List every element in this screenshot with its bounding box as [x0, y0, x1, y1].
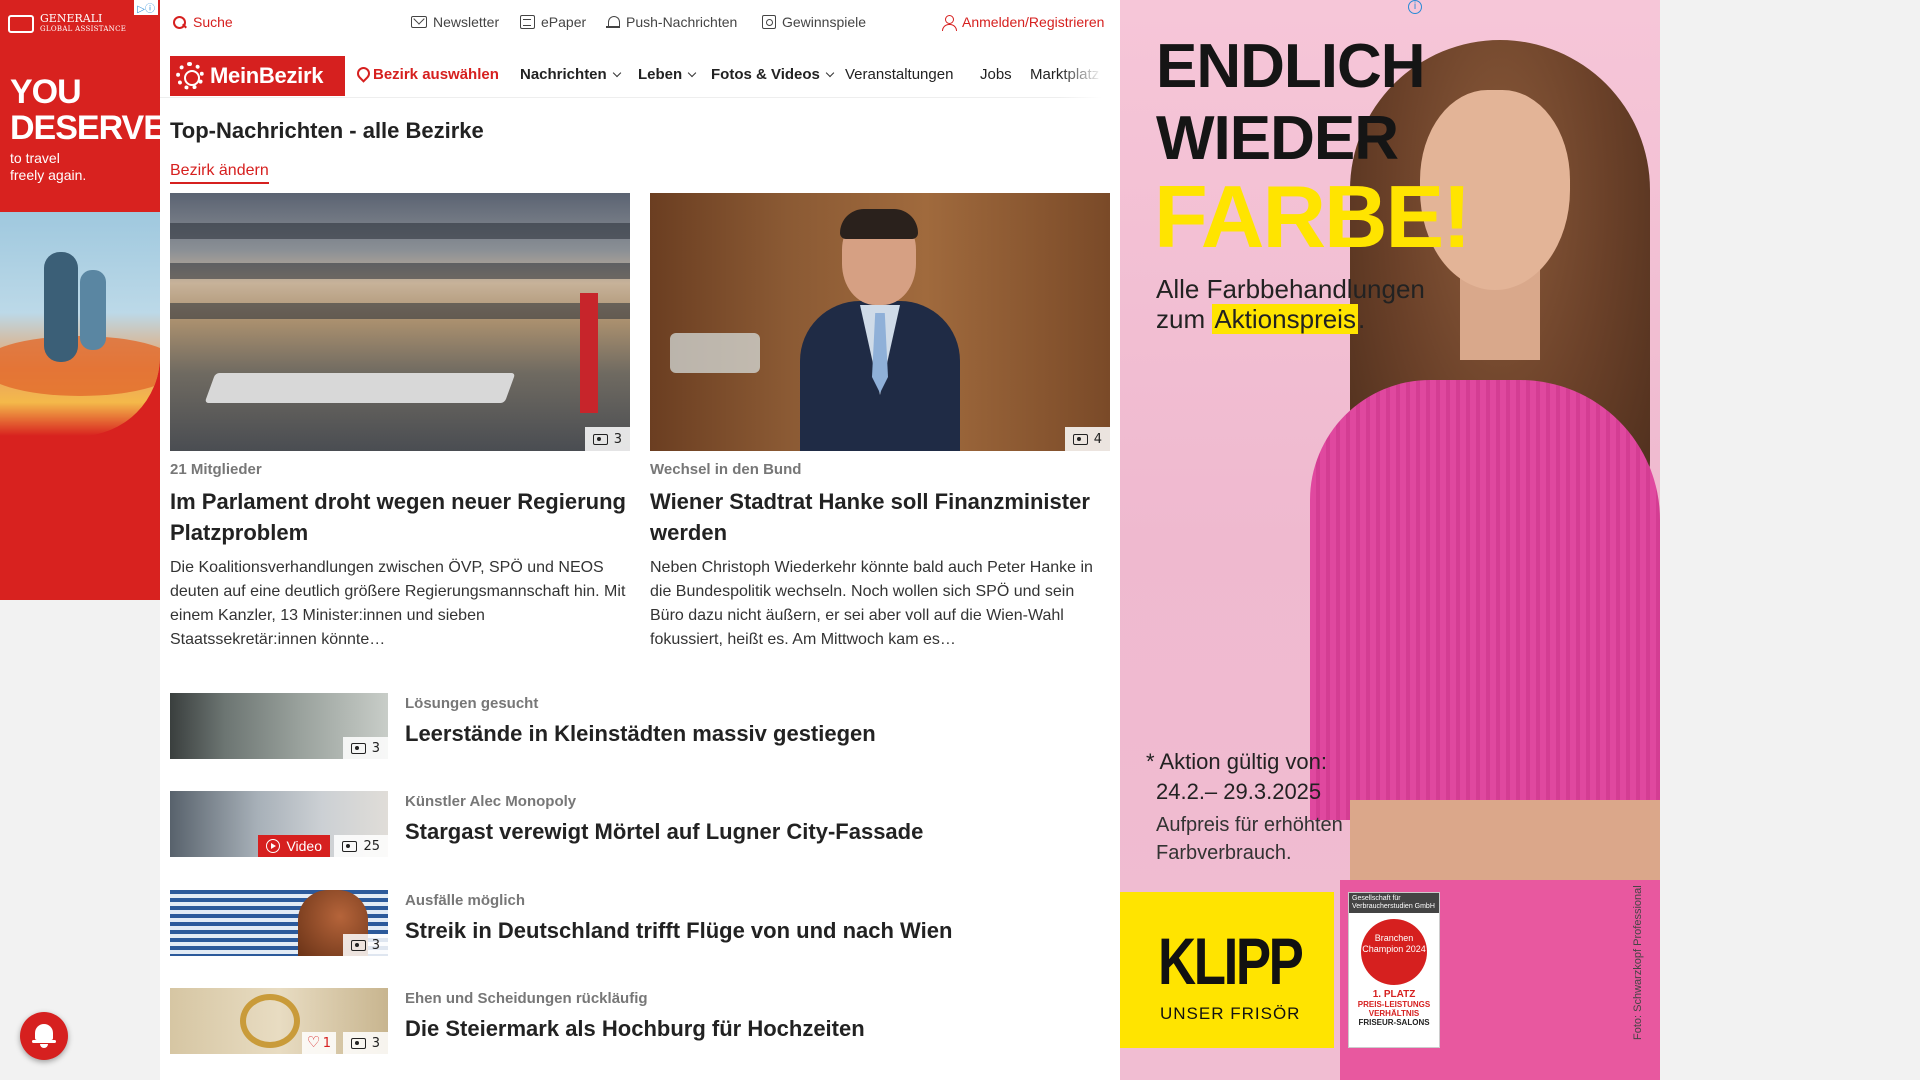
klipp-logo: KLIPP UNSER FRISÖR: [1120, 892, 1334, 1048]
article-thumbnail[interactable]: 1 3: [170, 988, 388, 1054]
ad-surfing-photo: [0, 212, 160, 436]
article-headline[interactable]: Stargast verewigt Mörtel auf Lugner City…: [405, 819, 923, 845]
article-kicker: Wechsel in den Bund: [650, 461, 802, 478]
logo-mark-icon: [176, 62, 204, 90]
play-icon: [266, 839, 281, 853]
camera-icon: [1072, 433, 1088, 445]
video-badge: Video: [258, 835, 330, 857]
article-teaser: Die Koalitionsverhandlungen zwischen ÖVP…: [170, 559, 626, 648]
article-kicker: Ausfälle möglich: [405, 892, 526, 909]
pin-icon: [356, 67, 369, 83]
nav-leben[interactable]: Leben: [638, 66, 697, 83]
user-icon: [941, 14, 957, 31]
page-title: Top-Nachrichten - alle Bezirke: [170, 118, 484, 143]
lion-icon: [8, 15, 34, 33]
article-kicker: Künstler Alec Monopoly: [405, 793, 577, 810]
ad-note-3: Aufpreis für erhöhten: [1156, 814, 1343, 836]
article-headline[interactable]: Die Steiermark als Hochburg für Hochzeit…: [405, 1016, 865, 1042]
photo-count-badge: 3: [584, 427, 630, 451]
article-image[interactable]: 3: [170, 193, 630, 451]
epaper-link[interactable]: ePaper: [520, 14, 586, 30]
bell-icon: [606, 15, 620, 29]
ad-brand-sub: GLOBAL ASSISTANCE: [40, 25, 127, 33]
gift-icon: [762, 15, 776, 29]
photo-count-badge: 3: [342, 1032, 388, 1054]
district-selector[interactable]: Bezirk auswählen: [356, 66, 499, 83]
list-item[interactable]: 1 3 Ehen und Scheidungen rückläufig Die …: [170, 988, 1100, 1056]
chevron-down-icon: [825, 68, 835, 77]
newsletter-link[interactable]: Newsletter: [411, 14, 499, 30]
camera-icon: [350, 939, 366, 951]
list-item[interactable]: Video 25 Künstler Alec Monopoly Stargast…: [170, 791, 1100, 859]
article-teaser: Neben Christoph Wiederkehr könnte bald a…: [650, 559, 1093, 648]
featured-article[interactable]: 3 21 Mitglieder Im Parlament droht wegen…: [170, 193, 630, 652]
article-headline[interactable]: Leerstände in Kleinstädten massiv gestie…: [405, 721, 876, 747]
adchoices-icon[interactable]: ▷ⓘ: [134, 0, 158, 15]
article-kicker: Lösungen gesucht: [405, 695, 539, 712]
ad-info-icon[interactable]: i: [1408, 0, 1422, 14]
nav-veranstaltungen[interactable]: Veranstaltungen: [845, 66, 953, 83]
epaper-icon: [520, 15, 535, 29]
top-utility-bar: Suche Newsletter ePaper Push-Nachrichten…: [160, 0, 1120, 46]
main-navigation: MeinBezirk Bezirk auswählen Nachrichten …: [160, 52, 1120, 98]
ad-headline-line2: WIEDER: [1156, 104, 1399, 173]
photo-count-badge: 3: [342, 934, 388, 956]
ad-note-2: 24.2.– 29.3.2025: [1156, 779, 1322, 804]
camera-icon: [592, 433, 608, 445]
nav-overflow-fade: [1060, 52, 1120, 98]
nav-fotos-videos[interactable]: Fotos & Videos: [711, 66, 835, 83]
ad-headline-line3: FARBE!: [1154, 167, 1472, 266]
article-image[interactable]: 4: [650, 193, 1110, 451]
article-headline[interactable]: Streik in Deutschland trifft Flüge von u…: [405, 918, 952, 944]
ad-note-4: Farbverbrauch.: [1156, 842, 1292, 864]
article-thumbnail[interactable]: Video 25: [170, 791, 388, 857]
search-link[interactable]: Suche: [172, 14, 233, 30]
photo-count-badge: 3: [342, 737, 388, 759]
camera-icon: [350, 742, 366, 754]
generali-logo: GENERALI GLOBAL ASSISTANCE: [8, 13, 127, 34]
ad-subline-2: zum Aktionspreis.: [1156, 304, 1366, 334]
ad-headline: YOU DESERVE: [10, 73, 160, 147]
photo-credit: Foto: Schwarzkopf Professional: [1632, 885, 1644, 1040]
list-item[interactable]: 3 Lösungen gesucht Leerstände in Kleinst…: [170, 693, 1100, 761]
main-content: Suche Newsletter ePaper Push-Nachrichten…: [160, 0, 1120, 1080]
photo-count-badge: 4: [1064, 427, 1110, 451]
article-headline[interactable]: Wiener Stadtrat Hanke soll Finanzministe…: [650, 486, 1110, 548]
article-kicker: Ehen und Scheidungen rückläufig: [405, 990, 648, 1007]
meinbezirk-logo[interactable]: MeinBezirk: [170, 56, 345, 96]
like-count-badge: 1: [301, 1032, 336, 1054]
nav-nachrichten[interactable]: Nachrichten: [520, 66, 621, 83]
ad-headline-line1: ENDLICH: [1156, 32, 1426, 101]
article-kicker: 21 Mitglieder: [170, 461, 262, 478]
mail-icon: [411, 16, 427, 28]
gewinnspiele-link[interactable]: Gewinnspiele: [762, 14, 866, 30]
camera-icon: [342, 840, 358, 852]
nav-jobs[interactable]: Jobs: [980, 66, 1012, 83]
search-icon: [172, 15, 187, 30]
article-headline[interactable]: Im Parlament droht wegen neuer Regierung…: [170, 486, 630, 548]
list-item[interactable]: 3 Ausfälle möglich Streik in Deutschland…: [170, 890, 1100, 958]
ad-subline-1: Alle Farbbehandlungen: [1156, 274, 1425, 304]
award-seal: Gesellschaft für Verbraucherstudien GmbH…: [1348, 892, 1440, 1048]
article-thumbnail[interactable]: 3: [170, 693, 388, 759]
notification-bell-icon[interactable]: [20, 1012, 68, 1060]
chevron-down-icon: [687, 68, 697, 77]
push-notifications-link[interactable]: Push-Nachrichten: [606, 14, 737, 30]
ad-note-1: * Aktion gültig von:: [1146, 749, 1328, 774]
left-skyscraper-ad[interactable]: GENERALI GLOBAL ASSISTANCE ▷ⓘ YOU DESERVE …: [0, 0, 160, 600]
photo-count-badge: 25: [334, 835, 388, 857]
featured-article[interactable]: 4 Wechsel in den Bund Wiener Stadtrat Ha…: [650, 193, 1110, 652]
camera-icon: [350, 1037, 366, 1049]
chevron-down-icon: [612, 68, 621, 77]
change-district-link[interactable]: Bezirk ändern: [170, 162, 269, 184]
heart-icon: [307, 1033, 320, 1051]
ad-subline: to travel freely again.: [10, 150, 87, 183]
browser-viewport: GENERALI GLOBAL ASSISTANCE ▷ⓘ YOU DESERVE …: [0, 0, 1920, 1080]
right-skyscraper-ad[interactable]: i ENDLICH WIEDER FARBE! Alle Farbbehandl…: [1120, 0, 1660, 1080]
login-register-link[interactable]: Anmelden/Registrieren: [941, 14, 1104, 31]
article-thumbnail[interactable]: 3: [170, 890, 388, 956]
